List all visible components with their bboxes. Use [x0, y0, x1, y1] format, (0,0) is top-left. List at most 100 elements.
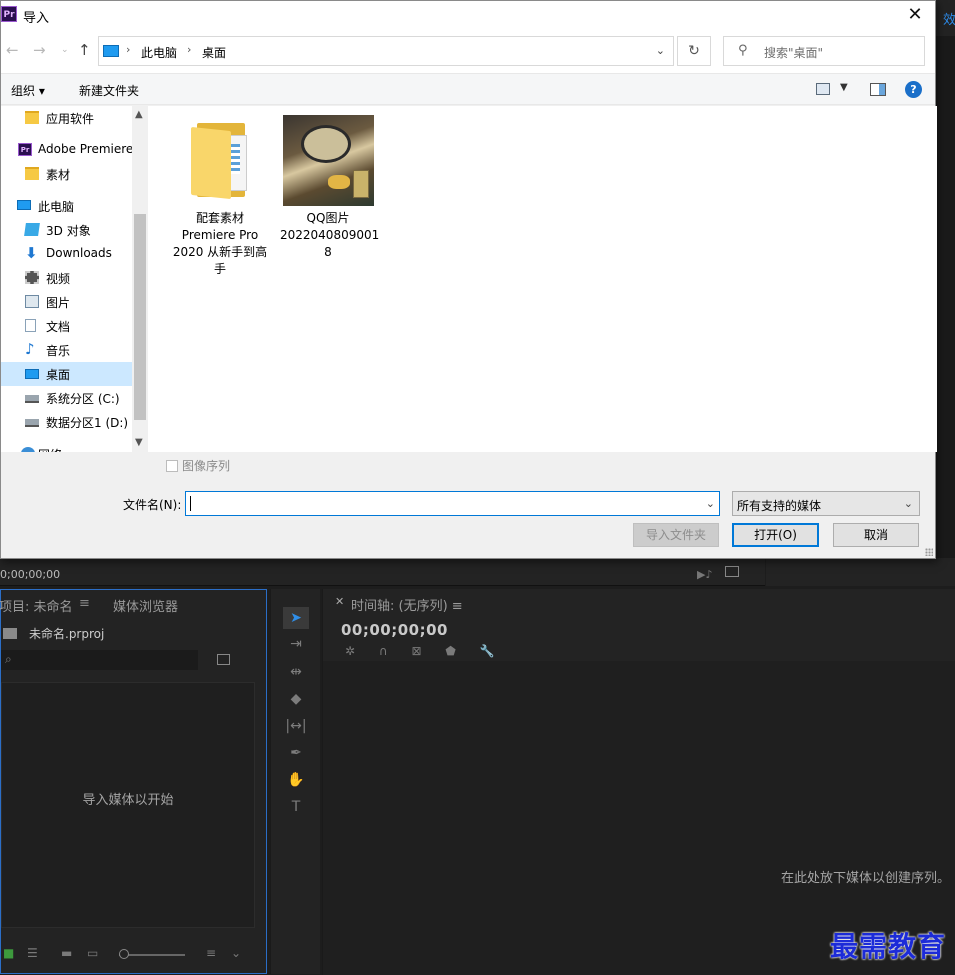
help-icon[interactable]: ?	[905, 81, 922, 98]
slip-tool-icon[interactable]: |↔|	[283, 715, 309, 737]
title-bar[interactable]: Pr 导入 ✕	[1, 1, 935, 31]
forward-icon[interactable]: →	[33, 41, 46, 59]
nav-item-desktop[interactable]: 桌面	[1, 362, 132, 386]
nav-item-this-pc[interactable]: 此电脑	[1, 194, 132, 218]
sort-icon[interactable]: ≡	[206, 946, 216, 960]
nav-item-label: 视频	[46, 272, 71, 286]
search-icon: ⌕	[5, 652, 12, 666]
chevron-down-icon[interactable]: ⌄	[231, 946, 241, 960]
nav-item-drive-c[interactable]: 系统分区 (C:)	[1, 386, 132, 410]
breadcrumb-separator[interactable]: ›	[126, 43, 130, 56]
refresh-button[interactable]: ↻	[677, 36, 711, 66]
freeform-view-icon[interactable]: ▭	[87, 946, 98, 960]
nav-item-3d-objects[interactable]: 3D 对象	[1, 218, 132, 242]
selection-tool-icon[interactable]: ➤	[283, 607, 309, 629]
close-button[interactable]: ✕	[903, 3, 927, 27]
nav-item-materials[interactable]: 素材	[1, 162, 132, 186]
linked-selection-icon[interactable]: ⊠	[412, 644, 422, 658]
open-button[interactable]: 打开(O)	[732, 523, 819, 547]
scroll-down-icon[interactable]: ▼	[135, 437, 143, 448]
file-type-select[interactable]: 所有支持的媒体 ⌄	[732, 491, 920, 516]
breadcrumb-separator[interactable]: ›	[187, 43, 191, 56]
view-icon[interactable]	[816, 83, 830, 95]
resize-grip-icon[interactable]	[925, 548, 933, 556]
timeline-title[interactable]: 时间轴: (无序列) ≡	[351, 595, 463, 614]
effects-tab-label[interactable]: 效	[943, 9, 955, 28]
nav-item-documents[interactable]: 文档	[1, 314, 132, 338]
nav-item-drive-d[interactable]: 数据分区1 (D:)	[1, 410, 132, 434]
back-icon[interactable]: ←	[6, 41, 19, 59]
nest-icon[interactable]: ✲	[345, 644, 355, 658]
project-panel-footer: ■ ☰ ▬ ▭ ≡ ⌄	[1, 946, 266, 964]
close-icon[interactable]: ✕	[335, 595, 344, 608]
snap-icon[interactable]: ∩	[379, 644, 388, 658]
list-view-icon[interactable]: ☰	[27, 946, 38, 960]
track-select-tool-icon[interactable]: ⇥	[283, 633, 309, 655]
search-icon: ⚲	[738, 43, 748, 58]
recent-locations-icon[interactable]: ⌄	[61, 45, 69, 55]
ripple-edit-tool-icon[interactable]: ⇹	[283, 661, 309, 683]
pen-tool-icon[interactable]: ✒	[283, 742, 309, 764]
nav-pane-scrollbar[interactable]: ▲ ▼	[132, 106, 148, 452]
file-item-folder[interactable]: 配套素材 Premiere Pro 2020 从新手到高 手	[172, 106, 268, 281]
image-thumbnail	[283, 115, 374, 206]
music-icon: ♪	[25, 340, 35, 358]
type-tool-icon[interactable]: T	[283, 796, 309, 818]
search-input[interactable]: ⚲ 搜索"桌面"	[723, 36, 925, 66]
filename-input[interactable]: ⌄	[185, 491, 720, 516]
nav-item-label: Adobe Premiere	[38, 142, 132, 156]
image-sequence-label: 图像序列	[182, 459, 231, 473]
up-icon[interactable]: ↑	[78, 41, 91, 59]
address-bar[interactable]: › 此电脑 › 桌面 ⌄	[98, 36, 674, 66]
insert-icon[interactable]: ▶♪	[697, 568, 712, 581]
wrench-icon[interactable]: 🔧	[480, 644, 495, 658]
file-item-image[interactable]: QQ图片 2022040809001 8	[280, 106, 379, 266]
image-sequence-checkbox[interactable]	[166, 460, 178, 472]
drive-icon	[25, 419, 39, 427]
nav-item-apps[interactable]: 应用软件	[1, 106, 132, 130]
drop-media-hint: 在此处放下媒体以创建序列。	[780, 871, 950, 886]
nav-item-label: 此电脑	[38, 200, 75, 214]
razor-tool-icon[interactable]: ◆	[283, 688, 309, 710]
preview-pane-icon[interactable]	[870, 83, 886, 96]
icon-view-icon[interactable]: ▬	[61, 946, 72, 960]
project-media-area[interactable]: 导入媒体以开始	[1, 682, 255, 928]
view-dropdown-icon[interactable]: ▼	[840, 82, 848, 93]
scroll-up-icon[interactable]: ▲	[135, 109, 143, 120]
nav-item-adobe-premiere[interactable]: Pr Adobe Premiere	[1, 138, 132, 162]
computer-icon	[17, 200, 31, 210]
nav-item-downloads[interactable]: ⬇ Downloads	[1, 242, 132, 266]
marker-icon[interactable]: ⬟	[445, 644, 455, 658]
project-search-input[interactable]: ⌕	[1, 650, 198, 670]
nav-item-network[interactable]: 网络	[1, 442, 132, 452]
organize-button[interactable]: 组织 ▾	[11, 82, 45, 99]
tab-project[interactable]: 项目: 未命名	[0, 596, 73, 615]
nav-item-videos[interactable]: 视频	[1, 266, 132, 290]
breadcrumb-this-pc[interactable]: 此电脑	[141, 44, 177, 61]
export-frame-icon[interactable]	[725, 566, 739, 577]
new-bin-icon[interactable]	[217, 654, 230, 665]
chevron-down-icon: ⌄	[903, 497, 913, 510]
nav-item-label: 文档	[46, 320, 71, 334]
nav-item-pictures[interactable]: 图片	[1, 290, 132, 314]
hand-tool-icon[interactable]: ✋	[283, 769, 309, 791]
premiere-icon: Pr	[18, 143, 32, 156]
zoom-slider-knob[interactable]	[119, 949, 129, 959]
pictures-icon	[25, 295, 39, 308]
import-folder-button[interactable]: 导入文件夹	[633, 523, 719, 547]
new-folder-button[interactable]: 新建文件夹	[79, 82, 139, 99]
breadcrumb-desktop[interactable]: 桌面	[202, 44, 226, 61]
tab-media-browser[interactable]: 媒体浏览器	[113, 596, 178, 615]
chevron-down-icon[interactable]: ⌄	[656, 44, 665, 57]
nav-item-music[interactable]: ♪ 音乐	[1, 338, 132, 362]
timeline-timecode[interactable]: 00;00;00;00	[341, 621, 448, 639]
scrollbar-thumb[interactable]	[134, 214, 146, 420]
cancel-button[interactable]: 取消	[833, 523, 919, 547]
lock-icon[interactable]: ■	[3, 946, 14, 960]
panel-menu-icon[interactable]: ≡	[452, 599, 463, 614]
project-panel: 项目: 未命名 ≡ 媒体浏览器 未命名.prproj ⌕ 导入媒体以开始 ■ ☰…	[0, 589, 267, 974]
chevron-down-icon[interactable]: ⌄	[706, 497, 715, 510]
toolbar: 组织 ▾ 新建文件夹 ▼ ?	[1, 73, 935, 105]
project-file-name: 未命名.prproj	[29, 627, 105, 641]
panel-menu-icon[interactable]: ≡	[79, 596, 90, 611]
